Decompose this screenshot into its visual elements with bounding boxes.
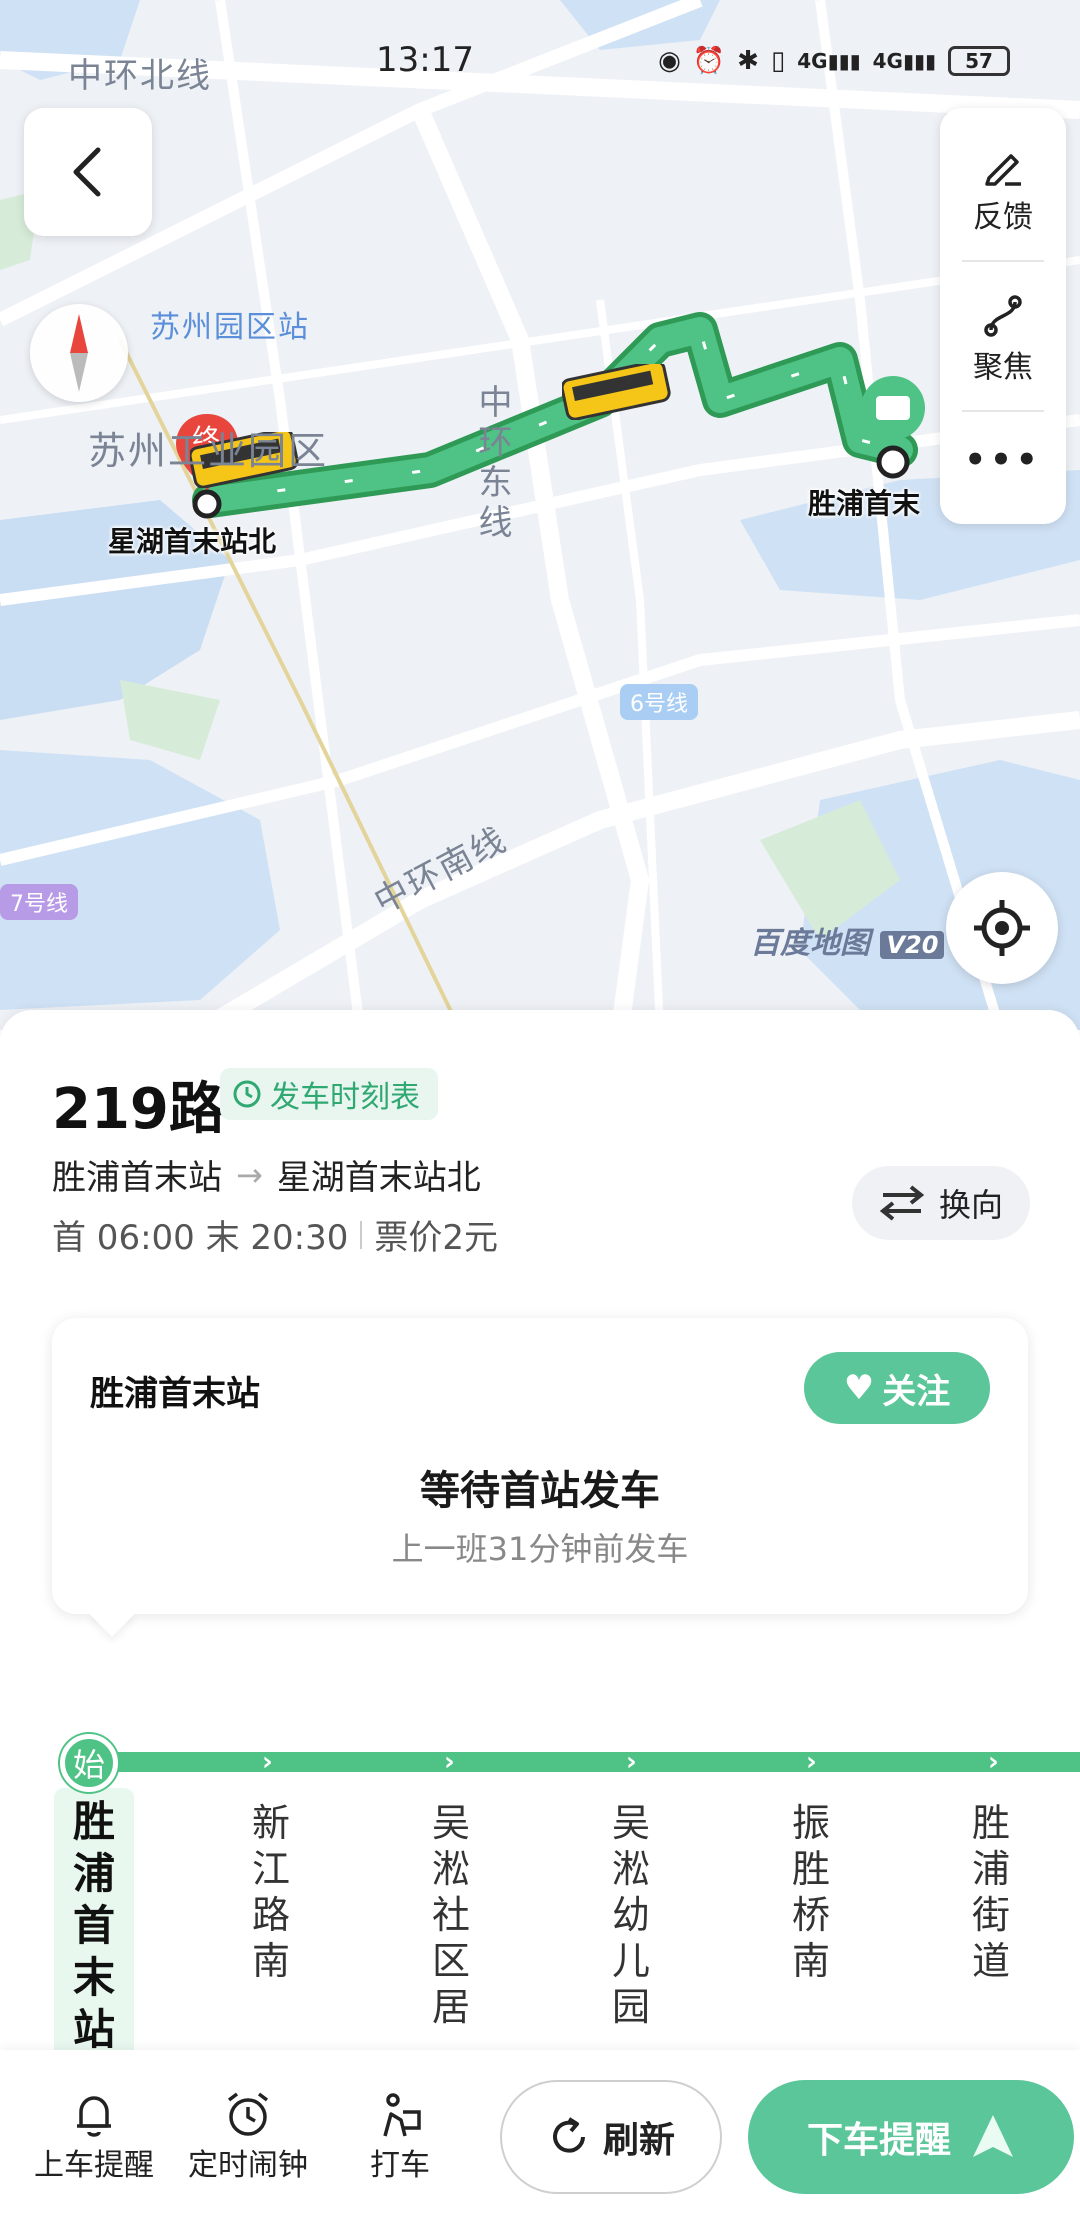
map-end-stop-label[interactable]: 星湖首末站北 xyxy=(108,520,276,560)
battery-icon: 57 xyxy=(948,46,1010,76)
locate-button[interactable] xyxy=(946,872,1058,984)
line6-badge: 6号线 xyxy=(620,684,698,720)
alarm-clock-icon xyxy=(227,2092,269,2136)
route-from: 胜浦首末站 xyxy=(52,1158,222,1198)
alarm-icon: ⏰ xyxy=(692,46,726,76)
waiting-status: 等待首站发车 xyxy=(420,1468,660,1514)
taxi-icon xyxy=(383,2093,421,2137)
more-button[interactable]: ••• xyxy=(940,436,1066,480)
back-button[interactable] xyxy=(24,108,152,236)
route-info: 首 06:00 末 20:30 票价2元 xyxy=(52,1210,498,1259)
timeline-stop[interactable]: 胜浦首末站 xyxy=(54,1788,134,2064)
pencil-icon xyxy=(985,154,1021,186)
alight-alert-button[interactable]: 下车提醒 xyxy=(748,2080,1074,2194)
start-badge: 始 xyxy=(60,1734,118,1792)
heart-icon: ♥ xyxy=(843,1368,875,1408)
eye-icon: ◉ xyxy=(658,46,681,76)
timeline-stop[interactable]: 新江路南 xyxy=(236,1800,306,2026)
bell-icon xyxy=(77,2096,111,2137)
line7-badge: 7号线 xyxy=(0,884,78,920)
map-label-yuanqu-station: 苏州园区站 xyxy=(150,310,310,345)
timetable-button[interactable]: 发车时刻表 xyxy=(220,1068,438,1120)
route-direction: 胜浦首末站 → 星湖首末站北 xyxy=(52,1150,481,1199)
compass-icon[interactable] xyxy=(30,304,128,402)
chevron-right-icon: › xyxy=(988,1747,999,1777)
map-logo: 百度地图 V20 xyxy=(750,918,945,962)
refresh-button[interactable]: 刷新 xyxy=(500,2080,722,2194)
start-pin-icon xyxy=(861,376,925,479)
bus-icon[interactable] xyxy=(562,364,672,420)
route-detail-sheet: 219路 发车时刻表 胜浦首末站 → 星湖首末站北 首 06:00 末 20:3… xyxy=(0,1010,1080,2228)
bluetooth-icon: ✱ xyxy=(737,46,759,76)
map-view[interactable]: 终 中环北线 苏州园区站 苏州工业园区 中环东线 中环南线 6号线 7号线 星湖… xyxy=(0,0,1080,1030)
card-pointer xyxy=(89,1591,135,1637)
route-name: 219路 xyxy=(52,1077,225,1142)
timeline-stop[interactable]: 吴淞社区居委 xyxy=(416,1800,486,2026)
status-bar: 13:17 ◉ ⏰ ✱ ▯ 4G▮▮▮ 4G▮▮▮ 57 xyxy=(0,36,1080,92)
chevron-right-icon: › xyxy=(806,1747,817,1777)
route-timeline xyxy=(64,1752,1080,1772)
clock-icon xyxy=(233,1080,261,1108)
last-departure: 上一班31分钟前发车 xyxy=(391,1530,689,1568)
follow-button[interactable]: ♥ 关注 xyxy=(804,1352,990,1424)
arrival-card: 胜浦首末站 ♥ 关注 等待首站发车 上一班31分钟前发车 xyxy=(52,1318,1028,1637)
divider xyxy=(962,260,1044,262)
bottom-action-bar: 上车提醒 定时闹钟 打车 刷新 下车提醒 xyxy=(0,2050,1080,2228)
map-label-zhonghuan-east: 中环东线 xyxy=(472,384,512,544)
map-label-suzhou-yuanqu: 苏州工业园区 xyxy=(88,429,329,473)
arrow-right-icon: → xyxy=(236,1155,263,1194)
vibrate-icon: ▯ xyxy=(770,46,786,76)
feedback-button[interactable]: 反馈 xyxy=(940,144,1066,236)
refresh-icon xyxy=(553,2117,585,2153)
map-tools-panel: 反馈 聚焦 ••• xyxy=(940,108,1066,524)
taxi-button[interactable]: 打车 xyxy=(370,2090,430,2184)
status-icons: ◉ ⏰ ✱ ▯ 4G▮▮▮ 4G▮▮▮ 57 xyxy=(658,46,1010,76)
swap-icon xyxy=(879,1185,925,1221)
signal-icon: 4G▮▮▮ xyxy=(797,49,861,73)
divider xyxy=(360,1220,363,1249)
focus-button[interactable]: 聚焦 xyxy=(940,294,1066,386)
chevron-right-icon: › xyxy=(444,1747,455,1777)
timeline-stop[interactable]: 吴淞幼儿园 xyxy=(596,1800,666,2026)
signal-icon: 4G▮▮▮ xyxy=(872,49,936,73)
navigation-arrow-icon xyxy=(973,2115,1013,2157)
boarding-alert-button[interactable]: 上车提醒 xyxy=(34,2090,154,2184)
map-start-stop-label[interactable]: 胜浦首末 xyxy=(808,482,920,522)
timeline-stop[interactable]: 振胜桥南 xyxy=(776,1800,846,2026)
switch-direction-button[interactable]: 换向 xyxy=(852,1166,1030,1240)
chevron-right-icon: › xyxy=(262,1747,273,1777)
status-time: 13:17 xyxy=(376,40,474,80)
divider xyxy=(962,410,1044,412)
timer-alarm-button[interactable]: 定时闹钟 xyxy=(188,2090,308,2184)
route-to: 星湖首末站北 xyxy=(276,1158,481,1198)
chevron-right-icon: › xyxy=(626,1747,637,1777)
card-station: 胜浦首末站 xyxy=(90,1374,260,1414)
bus-route-page: 终 中环北线 苏州园区站 苏州工业园区 中环东线 中环南线 6号线 7号线 星湖… xyxy=(0,0,1080,2228)
locate-icon xyxy=(974,900,1030,956)
more-icon: ••• xyxy=(964,440,1042,480)
chevron-left-icon xyxy=(73,147,101,197)
timeline-stop[interactable]: 胜浦街道 xyxy=(956,1800,1026,2026)
service-hours: 首 06:00 末 20:30 xyxy=(52,1218,349,1258)
route-focus-icon xyxy=(984,295,1022,337)
fare: 票价2元 xyxy=(374,1218,499,1258)
